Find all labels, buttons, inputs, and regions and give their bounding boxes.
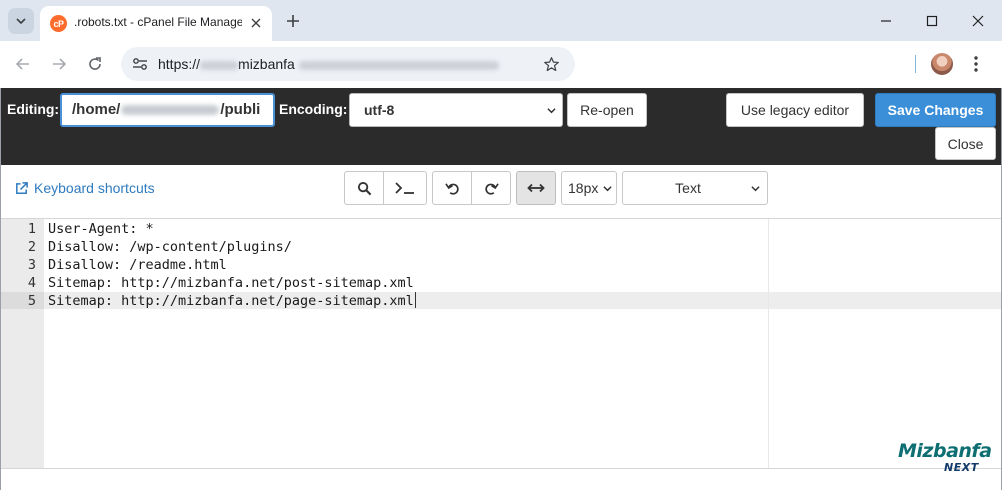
redo-button[interactable] bbox=[471, 171, 511, 205]
encoding-label: Encoding: bbox=[279, 101, 348, 117]
path-end: /publi bbox=[220, 101, 261, 118]
code-line[interactable]: Disallow: /wp-content/plugins/ bbox=[48, 238, 292, 256]
tab-search-icon[interactable] bbox=[8, 8, 34, 34]
toolbar-divider bbox=[915, 55, 916, 73]
tab-close-icon[interactable] bbox=[247, 14, 265, 32]
back-arrow-icon[interactable] bbox=[11, 52, 35, 76]
terminal-prompt-icon bbox=[395, 182, 414, 194]
url-prefix: https:// bbox=[158, 56, 201, 72]
watermark-sub: NEXT bbox=[944, 461, 979, 474]
forward-arrow-icon[interactable] bbox=[47, 52, 71, 76]
path-blurred-segment bbox=[121, 105, 220, 116]
site-info-tune-icon[interactable] bbox=[131, 55, 149, 73]
window-close-icon[interactable] bbox=[965, 8, 991, 34]
reopen-button[interactable]: Re-open bbox=[567, 93, 647, 127]
code-editor[interactable]: 1 2 3 4 5 User-Agent: * Disallow: /wp-co… bbox=[0, 218, 1002, 469]
path-start: /home/ bbox=[72, 101, 121, 118]
chevron-down-icon bbox=[547, 108, 556, 114]
editor-mode-value: Text bbox=[675, 180, 701, 196]
editor-mode-select[interactable]: Text bbox=[622, 171, 768, 205]
url-domain: mizbanfa bbox=[238, 56, 295, 72]
url-text: https:// mizbanfa bbox=[158, 56, 499, 72]
editor-toolbar: Keyboard shortcuts 18px Text bbox=[0, 165, 1002, 218]
url-blurred-segment bbox=[200, 60, 239, 70]
address-bar[interactable]: https:// mizbanfa bbox=[121, 47, 575, 81]
browser-toolbar: https:// mizbanfa bbox=[0, 41, 1002, 88]
window-minimize-icon[interactable] bbox=[873, 8, 899, 34]
editing-label: Editing: bbox=[7, 101, 60, 117]
code-line[interactable]: Disallow: /readme.html bbox=[48, 256, 227, 274]
redo-icon bbox=[484, 182, 499, 195]
line-number: 1 bbox=[27, 221, 36, 237]
chevron-down-icon bbox=[751, 186, 760, 192]
line-number: 3 bbox=[27, 257, 36, 273]
encoding-select[interactable]: utf-8 bbox=[349, 93, 563, 127]
browser-tab-strip: cP .robots.txt - cPanel File Manage bbox=[0, 0, 1002, 41]
browser-menu-kebab-icon[interactable] bbox=[966, 53, 986, 75]
line-number: 4 bbox=[27, 275, 36, 291]
keyboard-shortcuts-link[interactable]: Keyboard shortcuts bbox=[14, 180, 155, 196]
print-margin bbox=[768, 219, 769, 469]
reload-icon[interactable] bbox=[83, 52, 107, 76]
code-line[interactable]: User-Agent: * bbox=[48, 220, 154, 238]
line-number: 2 bbox=[27, 239, 36, 255]
code-line-text: Disallow: /readme.html bbox=[48, 257, 227, 273]
window-maximize-icon[interactable] bbox=[919, 8, 945, 34]
new-tab-plus-icon[interactable] bbox=[282, 10, 304, 32]
file-path-field[interactable]: /home/ /publi bbox=[60, 93, 275, 127]
code-line-text: Disallow: /wp-content/plugins/ bbox=[48, 239, 292, 255]
code-line-text: User-Agent: * bbox=[48, 221, 154, 237]
word-wrap-toggle[interactable] bbox=[516, 171, 556, 205]
bookmark-star-icon[interactable] bbox=[541, 54, 561, 74]
encoding-value: utf-8 bbox=[364, 102, 395, 118]
font-size-select[interactable]: 18px bbox=[561, 171, 617, 205]
undo-icon bbox=[444, 182, 459, 195]
profile-avatar[interactable] bbox=[931, 53, 953, 75]
search-icon bbox=[357, 181, 371, 195]
url-blurred-path bbox=[298, 60, 499, 70]
mizbanfa-watermark-logo: Mizbanfa NEXT bbox=[898, 440, 992, 474]
code-line[interactable]: Sitemap: http://mizbanfa.net/post-sitema… bbox=[48, 274, 414, 292]
browser-tab-active[interactable]: cP .robots.txt - cPanel File Manage bbox=[40, 6, 272, 41]
text-cursor bbox=[414, 292, 416, 308]
use-legacy-editor-button[interactable]: Use legacy editor bbox=[726, 93, 864, 127]
save-changes-button[interactable]: Save Changes bbox=[875, 93, 996, 127]
close-button[interactable]: Close bbox=[935, 127, 996, 160]
search-button[interactable] bbox=[344, 171, 384, 205]
code-line-text: Sitemap: http://mizbanfa.net/post-sitema… bbox=[48, 275, 414, 291]
font-size-value: 18px bbox=[568, 180, 599, 196]
editor-header-bar: Editing: /home/ /publi Encoding: utf-8 Re… bbox=[0, 88, 1002, 165]
chevron-down-icon bbox=[603, 186, 612, 192]
editor-status-bar bbox=[0, 468, 1002, 490]
line-number: 5 bbox=[27, 293, 36, 309]
keyboard-shortcuts-label: Keyboard shortcuts bbox=[34, 180, 155, 196]
cpanel-favicon-icon: cP bbox=[50, 15, 67, 32]
watermark-brand: Mizbanfa bbox=[898, 440, 992, 462]
undo-button[interactable] bbox=[432, 171, 472, 205]
code-line[interactable]: Sitemap: http://mizbanfa.net/page-sitema… bbox=[48, 292, 416, 310]
external-link-icon bbox=[16, 181, 28, 194]
go-to-line-button[interactable] bbox=[383, 171, 427, 205]
tab-title: .robots.txt - cPanel File Manage bbox=[74, 15, 242, 29]
horizontal-arrows-icon bbox=[527, 183, 545, 193]
code-line-text: Sitemap: http://mizbanfa.net/page-sitema… bbox=[48, 293, 414, 309]
